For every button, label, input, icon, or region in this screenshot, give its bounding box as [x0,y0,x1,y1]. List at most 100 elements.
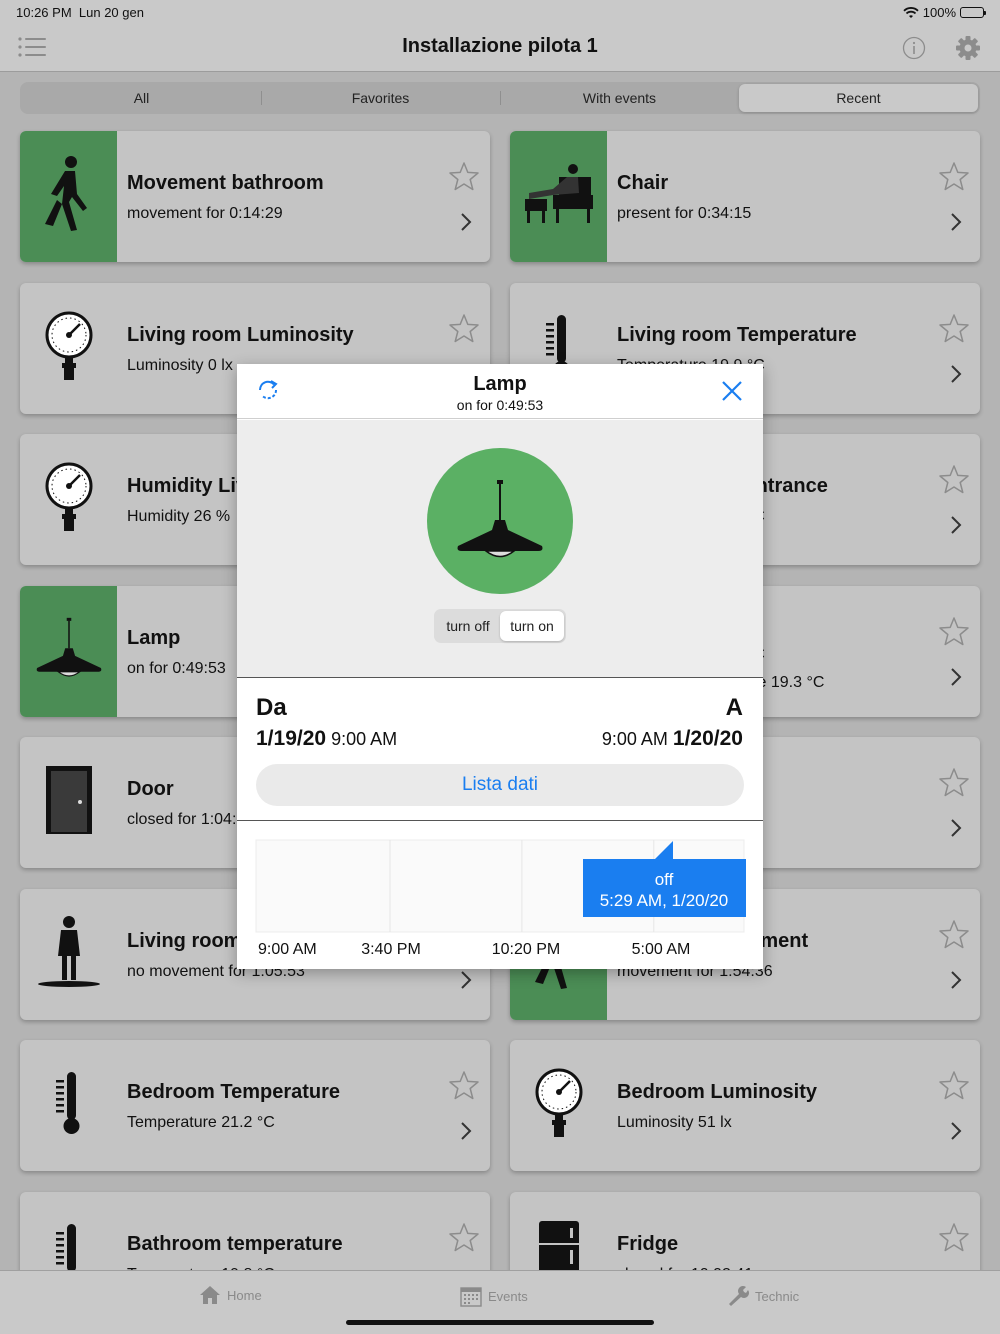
favorite-star-icon[interactable] [938,616,970,651]
chevron-right-icon[interactable] [950,212,962,237]
device-icon-box [20,131,117,262]
wrench-icon [729,1286,749,1306]
page-title: Installazione pilota 1 [402,35,598,57]
device-name: Lamp [127,626,181,649]
status-bar: 10:26 PM Lun 20 gen 100% [0,0,1000,24]
gear-icon[interactable] [955,35,981,61]
lamp-toggle: turn off turn on [434,609,566,643]
popup-title: Lamp [473,373,527,395]
device-name: Bedroom Luminosity [617,1081,818,1103]
tab-events[interactable]: Events [460,1285,528,1307]
tab-home[interactable]: Home [199,1285,262,1305]
pendant-lamp-icon [457,480,543,558]
device-name: Door [127,778,174,800]
device-icon-box [20,585,117,717]
popup-subtitle: on for 0:49:53 [456,397,544,413]
device-card[interactable]: Chair present for 0:34:15 [510,131,980,262]
segment-all[interactable]: All [22,84,261,112]
from-date: 1/19/20 [256,727,327,750]
favorite-star-icon[interactable] [448,313,480,348]
lamp-state-circle[interactable] [427,448,573,594]
device-card[interactable]: Movement bathroom movement for 0:14:29 [20,131,490,262]
x-tick-label: 3:40 PM [361,941,421,958]
device-status: present for 0:34:15 [617,205,752,222]
favorite-star-icon[interactable] [938,1222,970,1257]
favorite-star-icon[interactable] [938,464,970,499]
chevron-right-icon[interactable] [950,970,962,995]
chevron-right-icon[interactable] [950,364,962,389]
chevron-right-icon[interactable] [950,818,962,843]
chevron-right-icon[interactable] [460,212,472,237]
x-tick-label: 10:20 PM [492,941,560,958]
chevron-right-icon[interactable] [950,1121,962,1146]
tab-technic[interactable]: Technic [727,1285,799,1307]
chevron-right-icon[interactable] [460,1121,472,1146]
door-icon [44,764,94,841]
tab-events-label: Events [488,1288,528,1304]
home-icon [200,1286,220,1304]
favorite-star-icon[interactable] [448,1222,480,1257]
nav-bar: Installazione pilota 1 [0,24,1000,72]
from-time: 9:00 AM [331,729,398,749]
turn-on-option[interactable]: turn on [500,611,564,641]
favorite-star-icon[interactable] [938,313,970,348]
to-date: 1/20/20 [672,727,743,750]
state-history-chart: 9:00 AM 3:40 PM 10:20 PM 5:00 AM off 5:29 AM,… [237,822,763,969]
favorite-star-icon[interactable] [938,1070,970,1105]
device-icon-box [20,889,117,1020]
from-datetime[interactable]: 1/19/20 9:00 AM [256,727,397,751]
to-label: A [725,694,743,721]
tab-home-label: Home [227,1287,262,1303]
chevron-right-icon[interactable] [950,667,962,692]
device-icon-box [20,1040,117,1171]
status-right: 100% [903,5,986,20]
home-indicator [346,1320,654,1325]
segment-favorites[interactable]: Favorites [261,84,500,112]
favorite-star-icon[interactable] [938,767,970,802]
device-status: Temperature 21.2 °C [127,1114,275,1131]
device-icon-box [510,131,607,262]
device-icon-box [20,737,117,868]
device-icon-box [20,283,117,414]
device-name: Movement bathroom [127,172,324,194]
device-icon-box [510,1040,607,1171]
battery-percent: 100% [922,5,956,20]
info-icon[interactable] [902,36,926,60]
segment-with-events[interactable]: With events [500,84,739,112]
favorite-star-icon[interactable] [938,161,970,196]
device-name: Chair [617,172,669,194]
lamp-detail-popup: Lamp on for 0:49:53 turn off turn on Da … [237,364,763,969]
to-datetime[interactable]: 9:00 AM 1/20/20 [602,727,743,751]
device-icon-box [20,434,117,565]
armchair-icon [523,159,595,234]
popup-header: Lamp on for 0:49:53 [237,364,763,419]
favorite-star-icon[interactable] [448,1070,480,1105]
segment-recent[interactable]: Recent [739,84,978,112]
chevron-right-icon[interactable] [950,515,962,540]
gauge-icon [44,309,94,388]
device-name: Bedroom Temperature [127,1081,341,1103]
walking-person-icon [39,154,99,239]
close-icon[interactable] [721,380,743,402]
device-name: Living room Temperature [617,323,857,346]
device-card[interactable]: Bedroom Luminosity Luminosity 51 lx [510,1040,980,1171]
turn-off-option[interactable]: turn off [436,611,500,641]
from-label: Da [256,694,287,721]
date-range-section: Da A 1/19/20 9:00 AM 9:00 AM 1/20/20 Lis… [237,679,763,821]
device-card[interactable]: Bedroom Temperature Temperature 21.2 °C [20,1040,490,1171]
tab-technic-label: Technic [755,1288,800,1304]
x-tick-label: 5:00 AM [632,941,691,958]
device-status: on for 0:49:53 [127,659,226,677]
device-name: Fridge [617,1232,679,1255]
chevron-right-icon[interactable] [460,970,472,995]
chart-svg: 9:00 AM 3:40 PM 10:20 PM 5:00 AM off 5:29 AM,… [255,839,746,958]
data-list-button[interactable]: Lista dati [256,764,744,806]
device-status: Humidity 26 % [127,508,231,525]
gauge-icon [44,460,94,539]
device-name: Bathroom temperature [127,1232,343,1255]
device-status: closed for 1:04:18 [127,811,255,828]
favorite-star-icon[interactable] [938,919,970,954]
battery-icon [960,7,986,18]
favorite-star-icon[interactable] [448,161,480,196]
device-status: Luminosity 51 lx [617,1114,732,1131]
